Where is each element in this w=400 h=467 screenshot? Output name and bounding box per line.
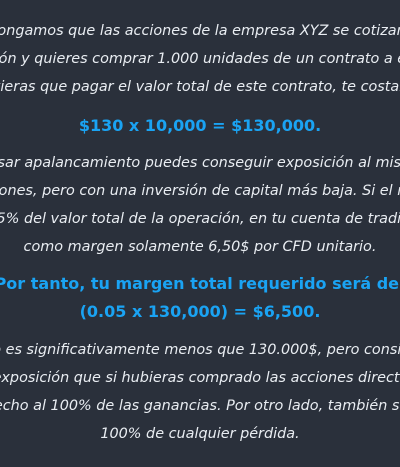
formula-line: $130 x 10,000 = $130,000. [78,116,322,135]
text-line: Esto es significativamente menos que 130… [0,342,400,358]
text-line: Al usar apalancamiento puedes conseguir … [0,155,400,171]
formula-margin: Por tanto, tu margen total requerido ser… [0,270,400,326]
paragraph-intro: Supongamos que las acciones de la empres… [0,17,400,101]
formula-total-cost: $130 x 10,000 = $130,000. [0,112,400,140]
text-line: acción y quieres comprar 1.000 unidades … [0,51,400,67]
paragraph-leverage: Al usar apalancamiento puedes conseguir … [0,149,400,261]
text-line: derecho al 100% de las ganancias. Por ot… [0,398,400,414]
text-line: del 5% del valor total de la operación, … [0,211,400,227]
paragraph-conclusion: Esto es significativamente menos que 130… [0,336,400,448]
text-line: tuvieras que pagar el valor total de est… [0,79,400,95]
text-line: 100% de cualquier pérdida. [100,426,300,442]
text-line: como margen solamente 6,50$ por CFD unit… [23,239,377,255]
formula-line: Por tanto, tu margen total requerido ser… [0,274,400,293]
text-line: acciones, pero con una inversión de capi… [0,183,400,199]
text-line: de exposición que si hubieras comprado l… [0,370,400,386]
text-line: Supongamos que las acciones de la empres… [0,23,400,39]
article-page: Supongamos que las acciones de la empres… [0,0,400,467]
formula-line: (0.05 x 130,000) = $6,500. [79,302,321,321]
